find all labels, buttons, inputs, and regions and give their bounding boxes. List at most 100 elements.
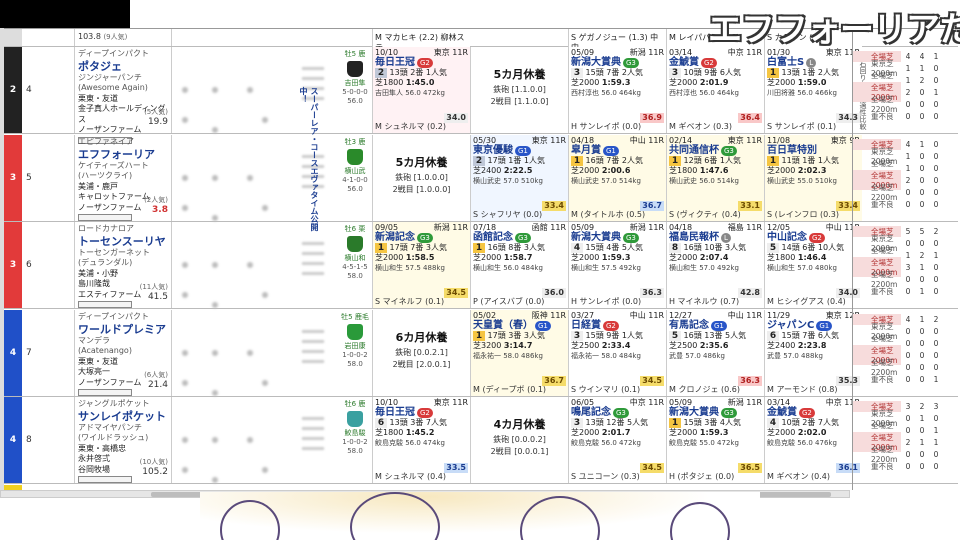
race-name[interactable]: 福島民報杯 bbox=[669, 232, 719, 243]
past-race-cell[interactable]: 04/18 中山 11R 皐月賞 G1 1 16頭 7番 2人気 芝2000 2:00.6… bbox=[568, 135, 666, 221]
past-race-cell[interactable]: 06/05 中京 11R 鳴尾記念 G3 3 13頭 12番 5人気 芝2000 2:01… bbox=[568, 397, 666, 483]
field-size: 16頭 7番 2人気 bbox=[585, 156, 643, 165]
blurred-line bbox=[302, 417, 324, 420]
race-name[interactable]: 皐月賞 bbox=[571, 145, 601, 156]
blurred-mark bbox=[247, 175, 253, 181]
jockey-info[interactable]: 牡3 鹿横山武 4-1-0-0 56.0 bbox=[340, 135, 370, 221]
finish-position: 1 bbox=[473, 331, 485, 341]
past-race-cell[interactable]: 07/18 函館 11R 函館記念 G3 1 16頭 8番 3人気 芝2000 1:58.… bbox=[470, 222, 568, 308]
horse-name[interactable]: サンレイポケット bbox=[78, 410, 168, 423]
aptitude-win: 4 bbox=[905, 314, 911, 324]
race-name[interactable]: 有馬記念 bbox=[669, 320, 709, 331]
race-name[interactable]: 新潟大賞典 bbox=[669, 407, 719, 418]
past-race-cell[interactable]: 03/14 中京 11R 金鯱賞 G2 3 10頭 9番 6人気 芝2000 2:01.9… bbox=[666, 47, 764, 133]
field-size: 17頭 1番 1人気 bbox=[487, 156, 545, 165]
race-name[interactable]: 毎日王冠 bbox=[375, 57, 415, 68]
race-name[interactable]: 函館記念 bbox=[473, 232, 513, 243]
aptitude-third: 1 bbox=[933, 437, 939, 447]
race-field: 4 10頭 2番 7人気 bbox=[767, 418, 860, 428]
dam-name: ジンジャーパンチ bbox=[78, 72, 142, 82]
past-race-cell[interactable]: 05/09 新潟 11R 新潟大賞典 G3 4 15頭 4番 5人気 芝2000 1:59… bbox=[568, 222, 666, 308]
horse-name[interactable]: エフフォーリア bbox=[78, 148, 168, 161]
aptitude-second: 0 bbox=[919, 99, 925, 109]
race-name[interactable]: 鳴尾記念 bbox=[571, 407, 611, 418]
past-race-cell[interactable]: 12/27 中山 11R 有馬記念 G1 5 16頭 13番 5人気 芝2500 2:35… bbox=[666, 310, 764, 396]
past-race-cell[interactable]: 05/02 阪神 11R 天皇賞（春） G1 1 17頭 3番 3人気 芝3200 3:1… bbox=[470, 310, 568, 396]
horse-info[interactable]: ロードカナロア トーセンスーリヤ トーセンガーネット (デュランダル) 美浦・小野 島川隆… bbox=[74, 222, 172, 308]
horse-info[interactable]: ジャングルポケット サンレイポケット アドマイヤパンチ (ワイルドラッシュ) 栗東・高橋… bbox=[74, 397, 172, 483]
horse-info[interactable]: エピファネイア エフフォーリア ケイティーズハート (ハーツクライ) 美浦・鹿戸 キャロッ… bbox=[74, 135, 172, 221]
past-race-cell[interactable]: 05/09 新潟 11R 新潟大賞典 G3 3 15頭 7番 2人気 芝2000 1:59… bbox=[568, 47, 666, 133]
past-race-cell[interactable]: 12/05 中山 11R 中山記念 G2 5 14頭 6番 10人気 芝1800 1:46… bbox=[764, 222, 862, 308]
aptitude-third: 0 bbox=[933, 262, 939, 272]
past-race-cell[interactable]: 02/14 東京 11R 共同通信杯 G3 1 12頭 6番 1人気 芝1800 1:47… bbox=[666, 135, 764, 221]
race-name[interactable]: 百日草特別 bbox=[767, 145, 817, 156]
race-winner: S ユニコーン (0.3) bbox=[571, 472, 640, 481]
race-name[interactable]: 日経賞 bbox=[571, 320, 601, 331]
past-race-cell[interactable]: 05/09 新潟 11R 新潟大賞典 G3 1 15頭 3番 4人気 芝2000 1:59… bbox=[666, 397, 764, 483]
race-title: 天皇賞（春） G1 bbox=[473, 321, 566, 331]
grade-badge: G1 bbox=[711, 321, 727, 331]
aptitude-second: 2 bbox=[919, 250, 925, 260]
race-name[interactable]: 中山記念 bbox=[767, 232, 807, 243]
jockey-weight: 横山武史 57.0 510kg bbox=[473, 177, 543, 185]
horse-info[interactable]: ディープインパクト ポタジェ ジンジャーパンチ (Awesome Again) 栗東・友… bbox=[74, 47, 172, 144]
aptitude-win: 0 bbox=[905, 187, 911, 197]
horse-info[interactable]: ディープインパクト ワールドプレミア マンデラ (Acatenango) 栗東・友道 大塚… bbox=[74, 310, 172, 396]
race-cell-partial[interactable]: S ゲガノジュー (1.3) 中中 bbox=[568, 29, 666, 52]
past-race-cell[interactable]: 03/14 中京 11R 金鯱賞 G2 4 10頭 2番 7人気 芝2000 2:02.0… bbox=[764, 397, 862, 483]
blurred-mark bbox=[247, 87, 253, 93]
horse-name[interactable]: ポタジェ bbox=[78, 60, 168, 73]
jockey-info[interactable]: 牡6 栗横山和 4-5-1-5 58.0 bbox=[340, 222, 370, 308]
race-name[interactable]: 新潟大賞典 bbox=[571, 232, 621, 243]
aptitude-group: 全場芝412東京芝2000m000全場芝1800m000全場芝2000m000全… bbox=[853, 313, 959, 385]
aptitude-second: 0 bbox=[919, 362, 925, 372]
race-name[interactable]: 白富士S bbox=[767, 57, 804, 68]
race-name[interactable]: 毎日王冠 bbox=[375, 407, 415, 418]
past-race-cell[interactable]: 05/30 東京 11R 東京優駿 G1 2 17頭 1番 1人気 芝2400 2:22.… bbox=[470, 135, 568, 221]
finish-time: 1:58.5 bbox=[405, 253, 435, 262]
race-name[interactable]: 東京優駿 bbox=[473, 145, 513, 156]
past-race-cell[interactable]: 03/27 中山 11R 日経賞 G2 3 15頭 9番 1人気 芝2500 2:33.4… bbox=[568, 310, 666, 396]
race-name[interactable]: 天皇賞（春） bbox=[473, 320, 533, 331]
race-cell-partial[interactable]: M マカヒキ (2.2) 柳林ステ bbox=[372, 29, 470, 52]
race-winner: M ギベオン (0.3) bbox=[669, 122, 732, 131]
past-race-cell[interactable]: 04/18 福島 11R 福島民報杯 L 8 16頭 10番 3人気 芝2000 2:07… bbox=[666, 222, 764, 308]
jockey-info[interactable]: 牡5 鹿毛 岩田康 1-0-0-2 58.0 bbox=[340, 310, 370, 396]
aptitude-second: 0 bbox=[919, 350, 925, 360]
promo-vertical-note: スーパーレア・コースエヴァタイム公開中！ bbox=[299, 87, 319, 231]
horse-name[interactable]: トーセンスーリヤ bbox=[78, 235, 168, 248]
past-race-cell[interactable]: 11/29 東京 12R ジャパンC G1 6 15頭 7番 6人気 芝2400 2:23… bbox=[764, 310, 862, 396]
finish-time: 2:07.4 bbox=[699, 253, 729, 262]
race-winner: P (アイスバブ (0.0) bbox=[473, 297, 545, 306]
race-winner: M ギベオン (0.4) bbox=[767, 472, 830, 481]
jockey-weight: 横山武史 56.0 514kg bbox=[669, 177, 739, 185]
race-name[interactable]: 金鯱賞 bbox=[669, 57, 699, 68]
race-name[interactable]: 金鯱賞 bbox=[767, 407, 797, 418]
finish-time: 1:59.3 bbox=[699, 428, 729, 437]
past-race-cell[interactable]: 11/08 東京 9R 百日草特別 1 11頭 1番 1人気 芝2000 2:02.3 横… bbox=[764, 135, 862, 221]
frame-number: 2 bbox=[4, 47, 22, 133]
aptitude-second: 0 bbox=[919, 87, 925, 97]
blurred-mark bbox=[212, 87, 218, 93]
jockey-record: 5-0-0-0 bbox=[342, 88, 368, 96]
aptitude-third: 0 bbox=[933, 187, 939, 197]
race-distance-time: 芝2500 2:33.4 bbox=[571, 341, 664, 351]
race-distance-time: 芝1800 1:45.0 bbox=[375, 78, 468, 88]
past-race-cell[interactable]: 10/10 東京 11R 毎日王冠 G2 2 13頭 2番 1人気 芝1800 1:45.… bbox=[372, 47, 470, 133]
race-name[interactable]: 新潟大賞典 bbox=[571, 57, 621, 68]
past-race-cell[interactable]: 09/05 新潟 11R 新潟記念 G3 1 17頭 7番 3人気 芝2000 1:58.… bbox=[372, 222, 470, 308]
vertical-scrollbar[interactable] bbox=[0, 28, 4, 490]
race-venue: 東京 11R bbox=[727, 136, 762, 145]
jockey-info[interactable]: 牡6 鹿鮫島駿 1-0-0-2 58.0 bbox=[340, 397, 370, 483]
horse-name[interactable]: ワールドプレミア bbox=[78, 323, 168, 336]
aptitude-second: 0 bbox=[919, 238, 925, 248]
race-name[interactable]: 新潟記念 bbox=[375, 232, 415, 243]
race-name[interactable]: 共同通信杯 bbox=[669, 145, 719, 156]
past-race-cell[interactable]: 10/10 東京 11R 毎日王冠 G2 6 13頭 3番 7人気 芝1800 1:45.… bbox=[372, 397, 470, 483]
jockey-info[interactable]: 牡5 鹿吉田隼 5-0-0-0 56.0 bbox=[340, 47, 370, 133]
aptitude-win: 0 bbox=[905, 99, 911, 109]
aptitude-third: 1 bbox=[933, 250, 939, 260]
past-race-cell[interactable]: 01/30 東京 11R 白富士S L 1 13頭 1番 2人気 芝2000 1:59.0… bbox=[764, 47, 862, 133]
race-name[interactable]: ジャパンC bbox=[767, 320, 814, 331]
